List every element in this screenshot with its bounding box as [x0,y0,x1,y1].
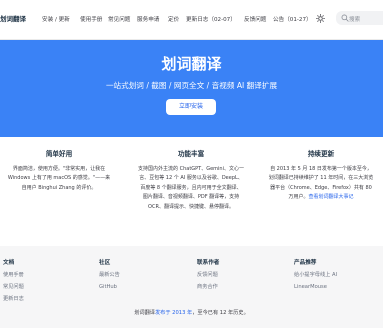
copyright: 划词翻译发布于 2013 年，至今已有 12 年历史。 [0,309,383,316]
copyright-release-link[interactable]: 发布于 2013 年 [155,310,192,316]
search-box[interactable]: 搜索 [336,11,383,25]
footer-col-title: 产品推荐 [294,260,317,266]
feature-description: 自 2013 年 5 月 18 日发布第一个版本至今，划词翻译已持续维护了 11… [268,165,374,203]
footer-link-announcements[interactable]: 最新公告 [99,271,120,279]
hero-banner: 划词翻译 一站式划词 / 截图 / 网页全文 / 音视频 AI 翻译扩展 立即安… [0,40,383,137]
feature-title: 持续更新 [307,150,335,158]
copyright-history: ，至今已有 12 年历史。 [192,310,249,316]
sun-icon[interactable] [316,14,325,23]
feature-simple: 简单好用 界面简洁，使用方便。"非常实用，让我在 Windows 上有了用 ma… [6,148,112,193]
footer-col-title: 社区 [99,260,111,266]
feature-title: 功能丰富 [177,150,205,158]
nav-item-service[interactable]: 服务申请 [137,15,159,23]
feature-rich: 功能丰富 支持国内外主流的 ChatGPT、Gemini、文心一言、豆包等 12… [138,148,244,212]
footer-col-products: 产品推荐 给小提字母线上 AI LinearMouse [294,258,337,291]
nav-item-manual[interactable]: 使用手册 [80,15,102,23]
footer-col-docs: 文档 使用手册 常见问题 更新日志 [3,258,24,303]
footer-link-faq[interactable]: 常见问题 [3,283,24,291]
footer-link-feedback[interactable]: 反馈问题 [197,271,219,279]
hero-subtitle: 一站式划词 / 截图 / 网页全文 / 音视频 AI 翻译扩展 [105,81,278,90]
search-icon [341,14,349,22]
hero-title: 划词翻译 [161,55,222,73]
milestones-link[interactable]: 查看划词翻译大事记 [309,194,354,200]
feature-description: 支持国内外主流的 ChatGPT、Gemini、文心一言、豆包等 12 个 AI… [138,166,244,210]
search-placeholder: 搜索 [349,16,361,23]
nav-item-announcement[interactable]: 公告（01-27） [273,15,312,23]
brand-logo-text[interactable]: 划词翻译 [0,13,26,23]
feature-description: 界面简洁，使用方便。"非常实用，让我在 Windows 上有了用 macOS 的… [7,166,111,191]
footer-col-title: 联系作者 [197,260,220,266]
footer-col-title: 文档 [3,260,15,266]
nav-item-feedback[interactable]: 反馈问题 [244,15,266,23]
footer-link-github[interactable]: GitHub [99,283,120,291]
footer-link-linearmouse[interactable]: LinearMouse [294,283,337,291]
footer-link-business[interactable]: 商务合作 [197,283,219,291]
footer-link-manual[interactable]: 使用手册 [3,271,24,279]
nav-item-changelog[interactable]: 更新日志（02-07） [186,15,236,23]
feature-updates: 持续更新 自 2013 年 5 月 18 日发布第一个版本至今，划词翻译已持续维… [268,148,374,203]
footer: 文档 使用手册 常见问题 更新日志 社区 最新公告 GitHub 联系作者 反馈… [0,246,383,328]
footer-link-product-1[interactable]: 给小提字母线上 AI [294,271,337,279]
footer-col-contact: 联系作者 反馈问题 商务合作 [197,258,219,291]
footer-col-community: 社区 最新公告 GitHub [99,258,120,291]
install-now-button[interactable]: 立即安装 [166,99,216,115]
nav-item-pricing[interactable]: 定价 [168,15,179,23]
nav-item-install[interactable]: 安装 / 更新 [42,15,70,23]
top-navbar: 划词翻译 安装 / 更新 使用手册 常见问题 服务申请 定价 更新日志（02-0… [0,0,383,40]
nav-item-faq[interactable]: 常见问题 [108,15,130,23]
footer-link-changelog[interactable]: 更新日志 [3,295,24,303]
copyright-brand: 划词翻译 [134,310,155,316]
feature-title: 简单好用 [45,150,73,158]
